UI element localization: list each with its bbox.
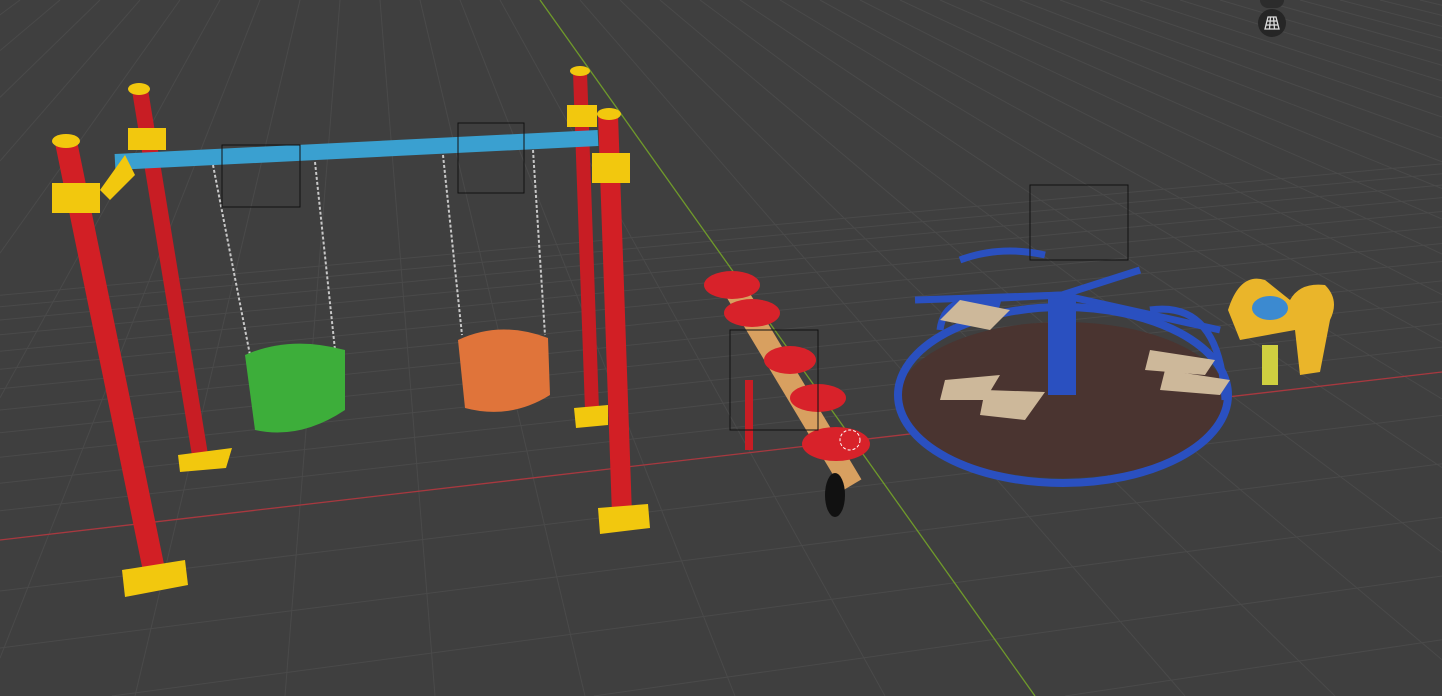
3d-viewport[interactable] <box>0 0 1442 696</box>
grid-line <box>1219 0 1442 66</box>
grid-line <box>979 0 1442 190</box>
swing-set <box>52 66 650 597</box>
grid-line <box>499 0 886 696</box>
spring-rider <box>1228 278 1334 385</box>
grid-line <box>1419 0 1442 6</box>
grid-line <box>0 0 261 659</box>
grid-line <box>1259 0 1442 52</box>
grid-line <box>859 0 1442 296</box>
grid-line <box>1059 0 1442 139</box>
perspective-grid-icon[interactable] <box>1258 9 1286 37</box>
grid-line <box>1065 639 1442 696</box>
grid-line <box>1299 0 1442 39</box>
grid-line <box>0 0 101 98</box>
grid-perspective-glyph <box>1264 16 1280 30</box>
seesaw <box>704 271 870 517</box>
swing-seat-orange <box>458 329 550 412</box>
merry-go-round <box>894 184 1232 487</box>
grid-line <box>593 575 1442 696</box>
floor-grid <box>0 0 1442 696</box>
viewport-scene[interactable] <box>0 0 1442 696</box>
grid-line <box>1339 0 1442 27</box>
grid-line <box>939 0 1442 220</box>
grid-line <box>0 414 1442 592</box>
grid-line <box>1019 0 1442 163</box>
swing-seat-green <box>245 343 345 433</box>
grid-line <box>0 242 1442 390</box>
grid-line <box>0 184 1442 321</box>
grid-line <box>0 197 1442 336</box>
grid-line <box>0 463 1442 649</box>
grid-line <box>0 0 21 16</box>
